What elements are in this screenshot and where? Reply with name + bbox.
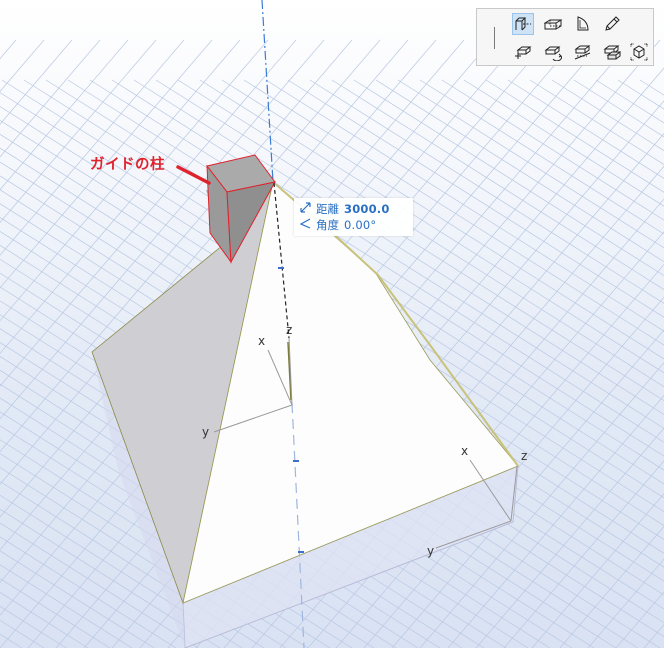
rotate-plane-tool[interactable]: [542, 41, 564, 63]
guide-curve-tool[interactable]: [572, 13, 594, 35]
guide-plane-tool[interactable]: [542, 13, 564, 35]
guide-curve-icon: [577, 16, 589, 31]
angle-row: 角度 0.00°: [299, 217, 376, 233]
guide-tool-palette: [476, 8, 654, 66]
left-x-axis-label: x: [258, 334, 266, 348]
pencil-tool[interactable]: [601, 13, 623, 35]
guide-column-annotation: ガイドの柱: [90, 157, 165, 173]
angle-icon: [299, 217, 316, 233]
right-x-axis-label: x: [461, 444, 469, 458]
guide-line-icon: [515, 17, 531, 31]
plane-from-edge-tool[interactable]: [572, 41, 594, 63]
plane-from-edge-icon: [574, 45, 591, 60]
pencil-icon: [605, 16, 620, 31]
distance-label: 距離: [316, 202, 339, 216]
guide-line-tool[interactable]: [512, 13, 534, 35]
plane-from-face-icon: [603, 45, 621, 60]
rotate-plane-icon: [544, 46, 562, 61]
distance-icon: [300, 201, 316, 217]
3d-viewport[interactable]: [0, 0, 664, 648]
object-snap-tool[interactable]: [628, 41, 650, 63]
right-z-axis-label: z: [521, 449, 528, 463]
offset-plane-icon: [515, 46, 532, 59]
angle-value[interactable]: 0.00°: [344, 218, 376, 232]
tracker-tooltip: 距離 3000.0 角度 0.00°: [294, 198, 413, 236]
left-z-axis-label: z: [286, 323, 293, 337]
distance-row: 距離 3000.0: [300, 201, 390, 217]
object-snap-icon: [630, 43, 648, 61]
left-y-axis-label: y: [202, 425, 210, 439]
offset-plane-tool[interactable]: [512, 41, 534, 63]
distance-value[interactable]: 3000.0: [344, 202, 390, 216]
guide-plane-icon: [544, 19, 562, 30]
right-y-axis-label: y: [427, 544, 435, 558]
palette-separator: [494, 27, 495, 49]
angle-label: 角度: [316, 218, 339, 232]
plane-from-face-tool[interactable]: [601, 41, 623, 63]
